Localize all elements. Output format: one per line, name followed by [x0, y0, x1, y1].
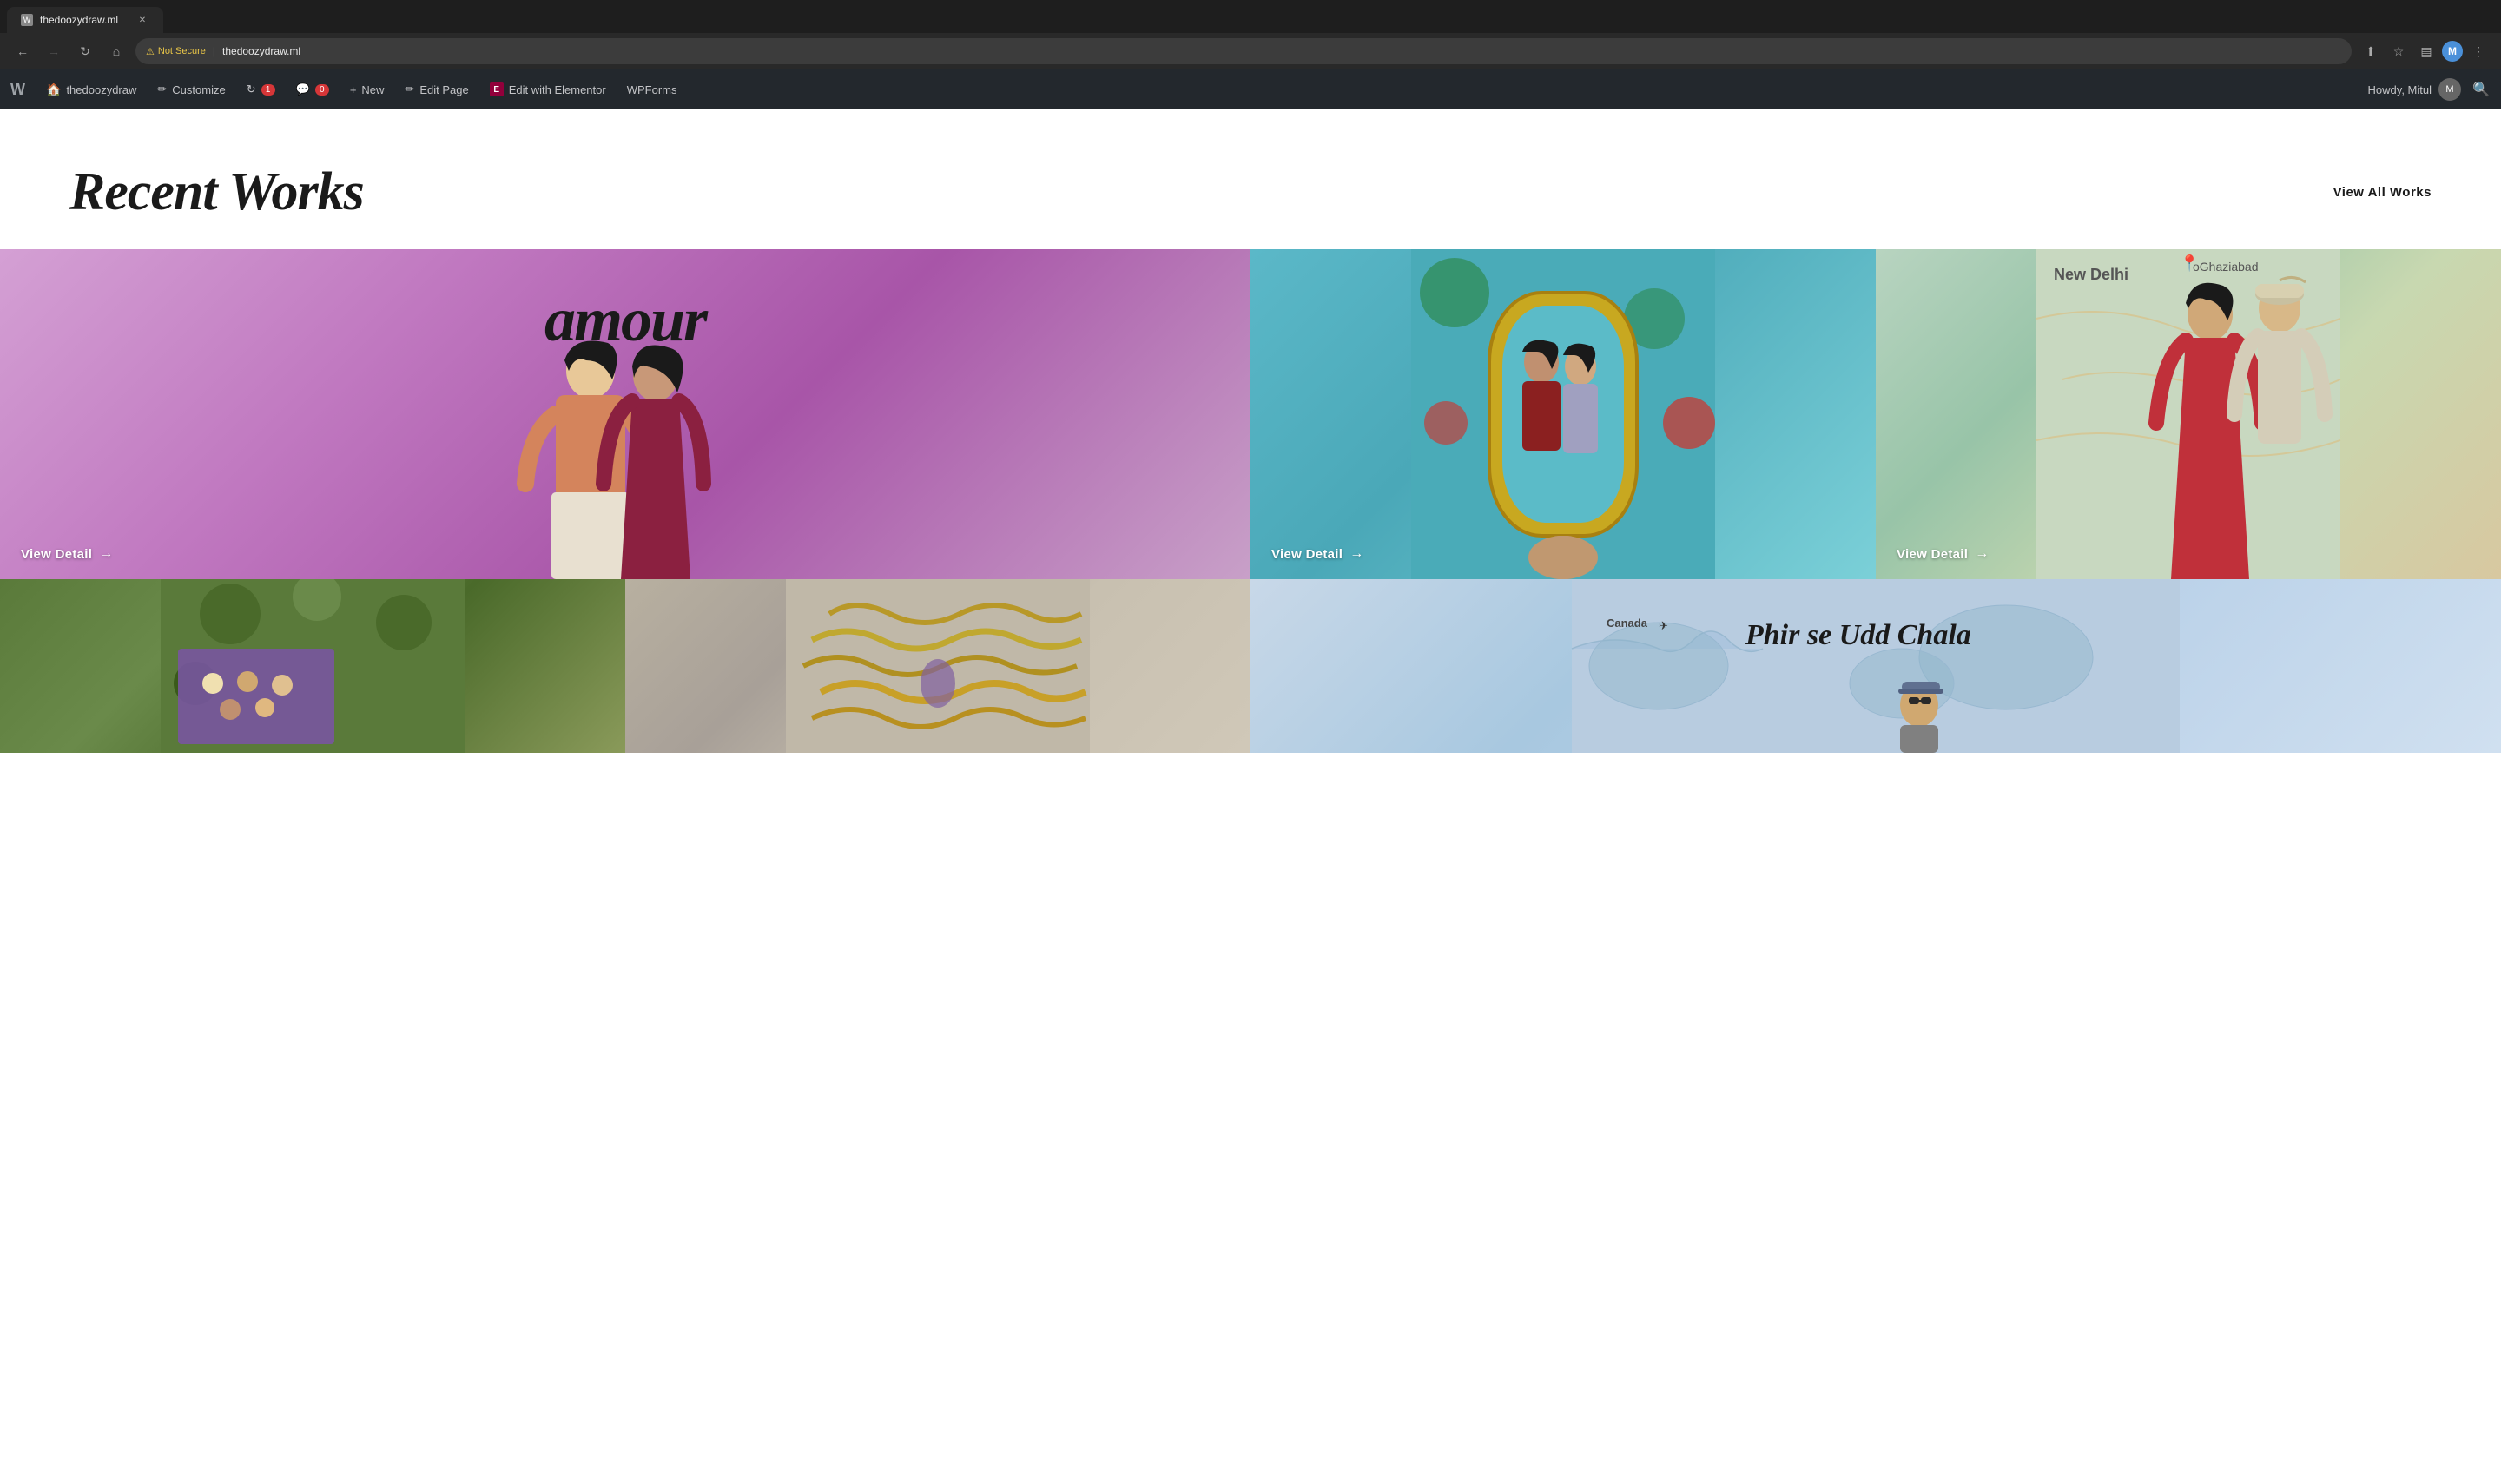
- customize-label: Customize: [172, 83, 225, 96]
- gallery-item-portrait[interactable]: View Detail →: [1250, 249, 1876, 579]
- edit-icon: ✏: [405, 82, 414, 96]
- gallery-item-fabric[interactable]: [0, 579, 625, 753]
- site-name-label: thedoozydraw: [66, 83, 136, 96]
- portrait-illustration: [1250, 249, 1876, 579]
- amour-background: amour: [0, 249, 1250, 579]
- profile-button[interactable]: M: [2442, 41, 2463, 62]
- security-indicator: ⚠ Not Secure: [146, 46, 206, 57]
- updates-badge: 1: [261, 84, 275, 96]
- browser-actions: ⬆ ☆ ▤ M ⋮: [2359, 39, 2491, 63]
- edit-page-item[interactable]: ✏ Edit Page: [394, 69, 478, 109]
- sidebar-button[interactable]: ▤: [2414, 39, 2438, 63]
- portrait-view-detail[interactable]: View Detail →: [1271, 546, 1364, 562]
- svg-text:Phir se Udd Chala: Phir se Udd Chala: [1745, 619, 1971, 651]
- fabric-background: [0, 579, 625, 753]
- customize-icon: ✏: [157, 82, 167, 96]
- browser-chrome: W thedoozydraw.ml ✕ ← → ↻ ⌂ ⚠ Not Secure…: [0, 0, 2501, 69]
- chains-illustration: [625, 579, 1250, 753]
- wp-admin-bar: W 🏠 thedoozydraw ✏ Customize ↻ 1 💬 0 + N…: [0, 69, 2501, 109]
- page-title: Recent Works: [69, 162, 364, 223]
- new-label: New: [361, 83, 384, 96]
- svg-text:Canada: Canada: [1607, 617, 1648, 630]
- portrait-arrow-icon: →: [1349, 546, 1363, 562]
- main-content: Recent Works View All Works amour: [0, 109, 2501, 753]
- tab-close-button[interactable]: ✕: [135, 13, 149, 27]
- wedding-view-detail[interactable]: View Detail →: [1897, 546, 1990, 562]
- search-button[interactable]: 🔍: [2461, 69, 2501, 109]
- gallery-item-chains[interactable]: [625, 579, 1250, 753]
- howdy-text: Howdy, Mitul: [2361, 83, 2438, 96]
- forward-button[interactable]: →: [42, 39, 66, 63]
- gallery-grid: amour: [0, 249, 2501, 753]
- chains-background: [625, 579, 1250, 753]
- more-button[interactable]: ⋮: [2466, 39, 2491, 63]
- reload-button[interactable]: ↻: [73, 39, 97, 63]
- amour-view-detail[interactable]: View Detail →: [21, 546, 114, 562]
- tab-title: thedoozydraw.ml: [40, 14, 118, 26]
- new-item[interactable]: + New: [340, 69, 395, 109]
- portrait-background: [1250, 249, 1876, 579]
- active-tab[interactable]: W thedoozydraw.ml ✕: [7, 7, 163, 33]
- comments-item[interactable]: 💬 0: [286, 69, 340, 109]
- bookmark-button[interactable]: ☆: [2386, 39, 2411, 63]
- gallery-row-2: Canada ✈ Phir se Udd Chala: [0, 579, 2501, 753]
- url-separator: |: [213, 45, 215, 57]
- elementor-label: Edit with Elementor: [509, 83, 606, 96]
- view-all-works-link[interactable]: View All Works: [2333, 185, 2432, 200]
- arrow-icon: →: [99, 546, 113, 562]
- admin-bar-right: Howdy, Mitul M 🔍: [2361, 69, 2501, 109]
- gallery-item-map-travel[interactable]: Canada ✈ Phir se Udd Chala: [1250, 579, 2501, 753]
- customize-item[interactable]: ✏ Customize: [147, 69, 235, 109]
- wedding-background: New Delhi oGhaziabad 📍: [1876, 249, 2501, 579]
- not-secure-label: Not Secure: [158, 46, 206, 56]
- plus-icon: +: [350, 83, 357, 96]
- edit-page-label: Edit Page: [419, 83, 468, 96]
- svg-text:✈: ✈: [1659, 619, 1668, 632]
- url-display: thedoozydraw.ml: [222, 45, 300, 57]
- recent-works-header: Recent Works View All Works: [0, 109, 2501, 249]
- warning-icon: ⚠: [146, 46, 155, 57]
- svg-text:New Delhi: New Delhi: [2054, 266, 2128, 283]
- share-button[interactable]: ⬆: [2359, 39, 2383, 63]
- comments-badge: 0: [315, 84, 329, 96]
- gallery-row-1: amour: [0, 249, 2501, 579]
- map-travel-illustration: Canada ✈ Phir se Udd Chala: [1250, 579, 2501, 753]
- svg-text:📍: 📍: [2180, 254, 2199, 272]
- site-name-item[interactable]: 🏠 thedoozydraw: [36, 69, 147, 109]
- map-travel-background: Canada ✈ Phir se Udd Chala: [1250, 579, 2501, 753]
- wordpress-logo: W: [10, 81, 25, 99]
- gallery-item-amour[interactable]: amour: [0, 249, 1250, 579]
- wp-logo-item[interactable]: W: [0, 69, 36, 109]
- wedding-arrow-icon: →: [1975, 546, 1989, 562]
- update-icon: ↻: [247, 82, 256, 96]
- back-button[interactable]: ←: [10, 39, 35, 63]
- wpforms-label: WPForms: [627, 83, 677, 96]
- svg-text:oGhaziabad: oGhaziabad: [2193, 260, 2259, 274]
- couple-illustration: [504, 327, 747, 579]
- view-detail-label: View Detail: [21, 547, 92, 562]
- wedding-view-detail-label: View Detail: [1897, 547, 1968, 562]
- tab-favicon: W: [21, 14, 33, 26]
- home-button[interactable]: ⌂: [104, 39, 129, 63]
- site-icon: 🏠: [46, 82, 61, 97]
- address-bar[interactable]: ⚠ Not Secure | thedoozydraw.ml: [135, 38, 2352, 64]
- elementor-item[interactable]: E Edit with Elementor: [479, 69, 617, 109]
- portrait-view-detail-label: View Detail: [1271, 547, 1343, 562]
- fabric-illustration: [0, 579, 625, 753]
- wedding-illustration: New Delhi oGhaziabad 📍: [1876, 249, 2501, 579]
- wpforms-item[interactable]: WPForms: [617, 69, 688, 109]
- elementor-icon: E: [490, 82, 504, 96]
- gallery-item-wedding[interactable]: New Delhi oGhaziabad 📍: [1876, 249, 2501, 579]
- updates-item[interactable]: ↻ 1: [236, 69, 286, 109]
- comment-icon: 💬: [296, 82, 310, 96]
- tab-bar: W thedoozydraw.ml ✕: [0, 0, 2501, 33]
- browser-controls: ← → ↻ ⌂ ⚠ Not Secure | thedoozydraw.ml ⬆…: [0, 33, 2501, 69]
- user-avatar[interactable]: M: [2438, 78, 2461, 101]
